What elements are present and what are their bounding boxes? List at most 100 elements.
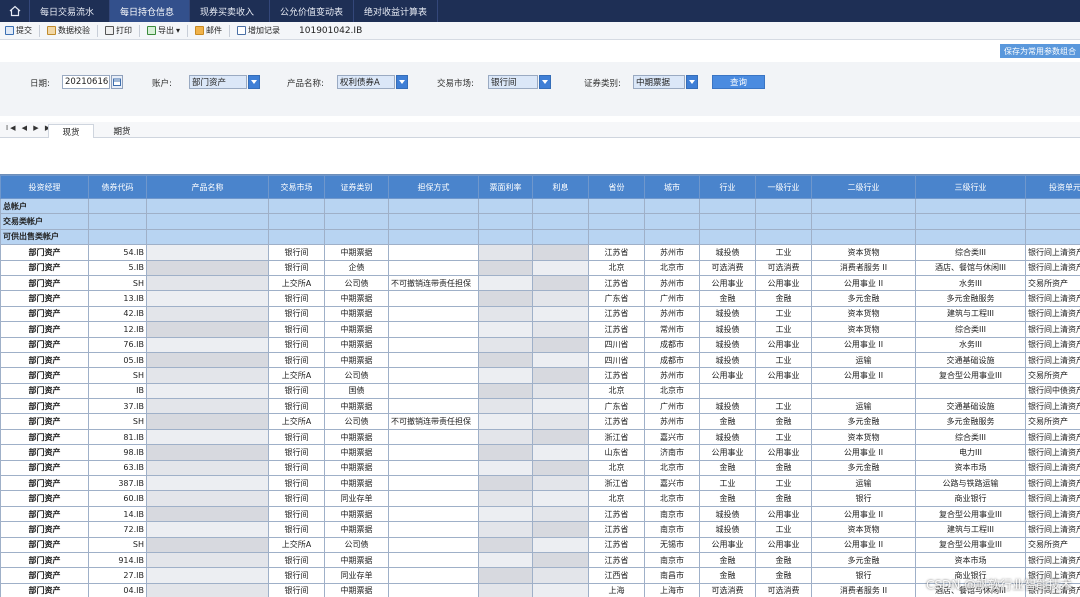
table-row[interactable]: 部门资产 SH 上交所A 公司债 不可撤销连带责任担保 江苏省 苏州市 公用事业 公用事业 公用事… <box>0 274 1080 292</box>
table-row[interactable]: 部门资产 SH 上交所A 公司债 江苏省 苏州市 公用事业 公用事业 公用事业 II 复合型公用事… <box>0 367 1080 384</box>
table-row[interactable]: 部门资产 14.IB 银行间 中期票据 江苏省 南京市 城投债 公用事业 公用事业 II 复合型公… <box>0 505 1080 523</box>
print-button[interactable]: 打印 <box>100 25 137 36</box>
market-label: 交易市场: <box>437 79 474 89</box>
table-cell <box>532 305 589 323</box>
account-select[interactable]: 部门资产 <box>189 75 247 89</box>
table-cell: 金融 <box>755 290 812 307</box>
table-row[interactable]: 部门资产 387.IB 银行间 中期票据 浙江省 嘉兴市 工业 工业 运输 公路与铁路运输 银行间上… <box>0 475 1080 492</box>
table-cell <box>146 521 269 538</box>
table-row[interactable]: 部门资产 72.IB 银行间 中期票据 江苏省 南京市 城投债 工业 资本货物 建筑与工程III 银… <box>0 521 1080 538</box>
table-cell: 工业 <box>699 475 756 492</box>
table-row[interactable]: 部门资产 76.IB 银行间 中期票据 四川省 成都市 城投债 公用事业 公用事业 II 水务II… <box>0 336 1080 353</box>
tab-absolute-return[interactable]: 绝对收益计算表 <box>354 0 439 22</box>
table-row[interactable]: 部门资产 37.IB 银行间 中期票据 广东省 广州市 城投债 工业 运输 交通基础设施 银行间上清… <box>0 398 1080 415</box>
sec-type-dropdown-icon[interactable] <box>686 75 698 89</box>
column-header[interactable]: 二级行业 <box>811 175 916 199</box>
table-cell: 上交所A <box>268 413 325 430</box>
account-dropdown-icon[interactable] <box>248 75 260 89</box>
toolbar: 提交 数据校验 打印 导出 ▾ 邮件 增加记录 101901042.IB <box>0 22 1080 40</box>
summary-cell <box>699 213 756 230</box>
export-button[interactable]: 导出 ▾ <box>142 25 185 36</box>
table-cell: 嘉兴市 <box>644 428 700 446</box>
table-cell: 上交所A <box>268 367 325 384</box>
table-cell <box>478 274 533 292</box>
column-header[interactable]: 行业 <box>699 175 756 199</box>
table-row[interactable]: 部门资产 04.IB 银行间 中期票据 上海 上海市 可选消费 可选消费 消费者服务 II 酒店、… <box>0 582 1080 597</box>
table-cell: 金融 <box>699 459 756 477</box>
table-row[interactable]: 部门资产27.IB银行间同业存单江西省南昌市金融金融银行商业银行银行间上清资产- <box>0 567 1080 584</box>
table-cell: 部门资产 <box>0 536 89 553</box>
table-cell <box>755 382 812 400</box>
tab-spot[interactable]: 现货 <box>48 124 94 138</box>
product-select[interactable]: 权利债券A <box>337 75 395 89</box>
column-header[interactable]: 城市 <box>644 175 700 199</box>
tab-daily-positions[interactable]: 每日持仓信息 <box>110 0 190 22</box>
table-row[interactable]: 部门资产 42.IB 银行间 中期票据 江苏省 苏州市 城投债 工业 资本货物 建筑与工程III 银… <box>0 305 1080 323</box>
column-header[interactable]: 利息 <box>532 175 589 199</box>
sec-type-select[interactable]: 中期票据 <box>633 75 685 89</box>
column-header[interactable]: 证券类别 <box>324 175 389 199</box>
add-record-button[interactable]: 增加记录 <box>232 25 285 36</box>
summary-label: 可供出售类帐户 <box>0 228 89 246</box>
column-header[interactable]: 债券代码 <box>88 175 147 199</box>
home-icon[interactable] <box>0 0 30 22</box>
table-cell: 部门资产 <box>0 521 89 538</box>
market-dropdown-icon[interactable] <box>539 75 551 89</box>
validate-button[interactable]: 数据校验 <box>42 25 95 36</box>
table-cell: 公用事业 II <box>811 444 916 461</box>
table-cell <box>388 351 479 369</box>
column-header[interactable]: 产品名称 <box>146 175 269 199</box>
table-row[interactable]: 部门资产 5.IB 银行间 企债 北京 北京市 可选消费 可选消费 消费者服务 II 酒店、餐馆与… <box>0 259 1080 276</box>
table-cell: 部门资产 <box>0 475 89 492</box>
table-cell: 公路与铁路运输 <box>915 475 1026 492</box>
table-cell: 银行间上清资产- <box>1025 398 1080 415</box>
table-cell <box>388 382 479 400</box>
tab-fair-value[interactable]: 公允价值变动表 <box>270 0 355 22</box>
tab-daily-trades[interactable]: 每日交易流水 <box>30 0 110 22</box>
table-cell: 公司债 <box>324 367 389 384</box>
column-header[interactable]: 投资单元 <box>1025 175 1080 199</box>
table-cell <box>532 428 589 446</box>
column-header[interactable]: 一级行业 <box>755 175 812 199</box>
table-cell: 公司债 <box>324 413 389 430</box>
tab-spot-income[interactable]: 现券买卖收入 <box>190 0 270 22</box>
table-cell: 工业 <box>755 475 812 492</box>
table-row[interactable]: 部门资产63.IB银行间中期票据北京北京市金融金融多元金融资本市场银行间上清资产… <box>0 459 1080 477</box>
table-cell <box>532 505 589 523</box>
table-cell <box>146 274 269 292</box>
product-dropdown-icon[interactable] <box>396 75 408 89</box>
date-input[interactable]: 20210616 <box>62 75 110 89</box>
save-params-button[interactable]: 保存为常用参数组合 <box>1000 44 1080 58</box>
table-cell: 公用事业 II <box>811 536 916 553</box>
query-button[interactable]: 查询 <box>712 75 765 89</box>
table-row[interactable]: 部门资产 54.IB 银行间 中期票据 江苏省 苏州市 城投债 工业 资本货物 综合类III 银行间… <box>0 244 1080 261</box>
table-row[interactable]: 部门资产 98.IB 银行间 中期票据 山东省 济南市 公用事业 公用事业 公用事业 II 电力I… <box>0 444 1080 461</box>
column-header[interactable]: 担保方式 <box>388 175 479 199</box>
table-row[interactable]: 部门资产 05.IB 银行间 中期票据 四川省 成都市 城投债 工业 运输 交通基础设施 银行间上清… <box>0 351 1080 369</box>
column-header[interactable]: 票面利率 <box>478 175 533 199</box>
table-row[interactable]: 部门资产 12.IB 银行间 中期票据 江苏省 常州市 城投债 工业 资本货物 综合类III 银行间… <box>0 321 1080 338</box>
table-row[interactable]: 部门资产60.IB银行间同业存单北京北京市金融金融银行商业银行银行间上清资产- <box>0 490 1080 507</box>
submit-button[interactable]: 提交 <box>0 25 37 36</box>
column-header[interactable]: 投资经理 <box>0 175 89 199</box>
column-header[interactable]: 省份 <box>588 175 645 199</box>
table-row[interactable]: 部门资产 914.IB 银行间 中期票据 江苏省 南京市 金融 金融 多元金融 资本市场 银行间上清… <box>0 551 1080 569</box>
table-row[interactable]: 部门资产 13.IB 银行间 中期票据 广东省 广州市 金融 金融 多元金融 多元金融服务 银行间上… <box>0 290 1080 307</box>
table-row[interactable]: 部门资产 81.IB 银行间 中期票据 浙江省 嘉兴市 城投债 工业 资本货物 综合类III 银行间… <box>0 428 1080 446</box>
column-header[interactable]: 交易市场 <box>268 175 325 199</box>
table-cell <box>532 490 589 507</box>
column-header[interactable]: 三级行业 <box>915 175 1026 199</box>
calendar-icon[interactable] <box>111 75 123 89</box>
table-cell: 运输 <box>811 351 916 369</box>
table-row[interactable]: 部门资产IB 银行间国债 北京北京市 银行间中债资产- <box>0 382 1080 400</box>
table-cell: 中期票据 <box>324 305 389 323</box>
table-cell: 公用事业 <box>699 444 756 461</box>
table-row[interactable]: 部门资产 SH 上交所A 公司债 江苏省 无锡市 公用事业 公用事业 公用事业 II 复合型公用事… <box>0 536 1080 553</box>
table-cell: 城投债 <box>699 351 756 369</box>
market-select[interactable]: 银行间 <box>488 75 538 89</box>
table-row[interactable]: 部门资产 SH 上交所A 公司债 不可撤销连带责任担保 江苏省 苏州市 金融 金融 多元金融 多元金… <box>0 413 1080 430</box>
summary-cell <box>88 228 147 246</box>
mail-button[interactable]: 邮件 <box>190 25 227 36</box>
summary-cell <box>388 197 479 215</box>
tab-futures[interactable]: 期货 <box>102 124 142 138</box>
